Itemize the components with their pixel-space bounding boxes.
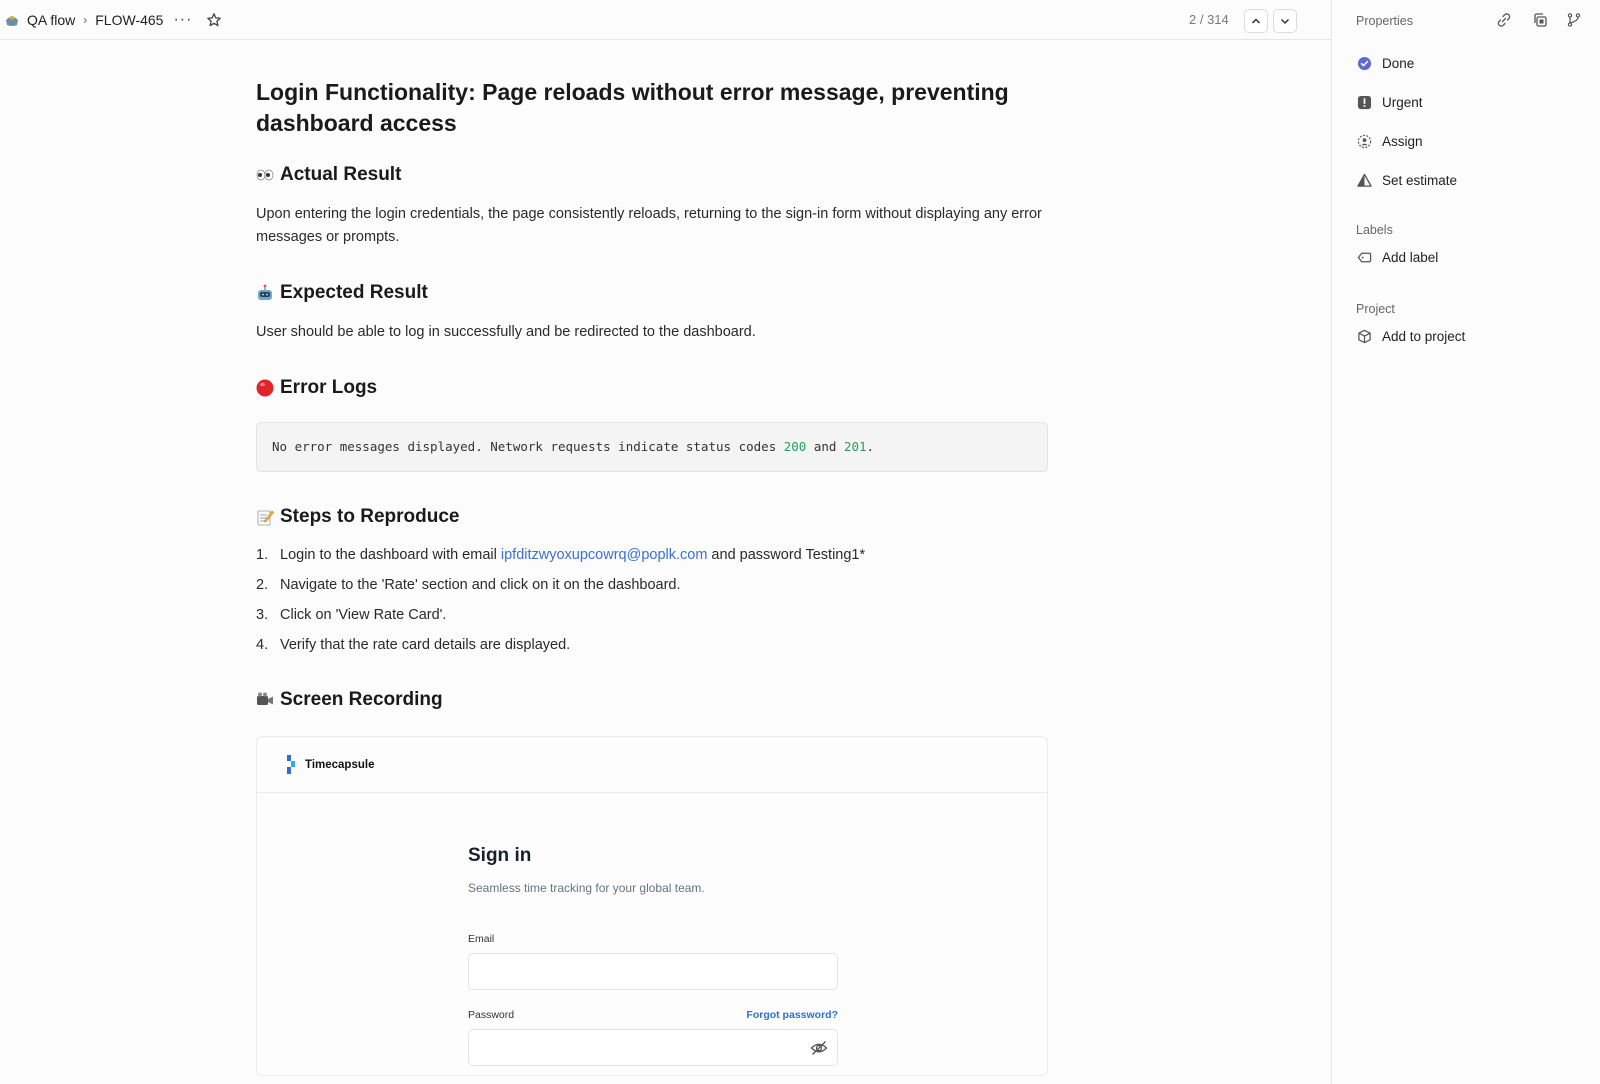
password-label: Password: [468, 1009, 515, 1021]
done-status-icon: [1356, 55, 1372, 71]
status-property[interactable]: Done: [1356, 55, 1414, 71]
expected-result-heading-text: Expected Result: [280, 282, 428, 303]
step-number: 2.: [256, 577, 269, 593]
labels-heading: Labels: [1356, 223, 1393, 237]
steps-heading: Steps to Reproduce: [256, 506, 1048, 528]
estimate-icon: [1356, 172, 1372, 188]
screen-recording-heading-text: Screen Recording: [280, 689, 443, 710]
steps-heading-text: Steps to Reproduce: [280, 506, 460, 527]
email-label: Email: [468, 933, 495, 945]
breadcrumb-team[interactable]: QA flow: [27, 12, 75, 28]
code-text-and: and: [806, 439, 844, 454]
estimate-property[interactable]: Set estimate: [1356, 172, 1457, 188]
priority-property[interactable]: Urgent: [1356, 94, 1423, 110]
code-status-201: 201: [843, 439, 867, 454]
link-icon[interactable]: [1496, 12, 1512, 28]
branch-icon[interactable]: [1566, 12, 1582, 28]
copy-id-icon[interactable]: [1532, 12, 1548, 28]
code-text-end: .: [866, 439, 875, 454]
project-heading: Project: [1356, 302, 1395, 316]
list-item: 3. Click on 'View Rate Card'.: [256, 600, 1048, 630]
code-text-pre: No error messages displayed. Network req…: [272, 439, 784, 454]
step-text-post: and password Testing1*: [707, 547, 866, 563]
actual-result-heading: Actual Result: [256, 164, 1048, 186]
tag-icon: [1356, 249, 1372, 265]
step-text: Login to the dashboard with email ipfdit…: [280, 540, 865, 570]
chevron-up-icon: [1251, 18, 1261, 24]
chevron-down-icon: [1280, 18, 1290, 25]
step-number: 3.: [256, 607, 269, 623]
error-logs-heading-text: Error Logs: [280, 377, 378, 398]
memo-icon: [256, 508, 274, 526]
previous-issue-button[interactable]: [1244, 9, 1268, 33]
estimate-label: Set estimate: [1382, 172, 1458, 188]
chevron-right-icon: ›: [83, 12, 88, 27]
assignee-icon: [1356, 133, 1372, 149]
assign-label: Assign: [1382, 133, 1423, 149]
more-options-button[interactable]: ···: [173, 11, 192, 29]
password-field[interactable]: [468, 1029, 838, 1066]
email-field[interactable]: [468, 953, 838, 990]
actual-result-body: Upon entering the login credentials, the…: [256, 206, 1042, 245]
list-item: 1. Login to the dashboard with email ipf…: [256, 540, 1048, 570]
cube-icon: [1356, 328, 1372, 344]
properties-title: Properties: [1356, 14, 1413, 28]
team-icon: [4, 12, 20, 28]
top-bar: QA flow › FLOW-465 ··· 2 / 314: [0, 0, 1331, 40]
step-text: Navigate to the 'Rate' section and click…: [280, 577, 681, 593]
red-circle-icon: [256, 379, 274, 397]
recording-app-header: Timecapsule: [257, 737, 1047, 793]
issue-content: Login Functionality: Page reloads withou…: [256, 40, 1048, 1076]
step-text: Click on 'View Rate Card'.: [280, 607, 447, 623]
add-label-text: Add label: [1382, 249, 1439, 265]
app-name: Timecapsule: [305, 758, 375, 771]
steps-list: 1. Login to the dashboard with email ipf…: [256, 540, 1048, 660]
step-number: 4.: [256, 637, 269, 653]
issue-title[interactable]: Login Functionality: Page reloads withou…: [256, 77, 1048, 139]
breadcrumb-issue-id[interactable]: FLOW-465: [95, 12, 163, 28]
signin-form: Sign in Seamless time tracking for your …: [468, 845, 838, 1066]
forgot-password-link[interactable]: Forgot password?: [746, 1009, 838, 1021]
next-issue-button[interactable]: [1273, 9, 1297, 33]
eyes-icon: [256, 166, 274, 184]
signin-subtitle: Seamless time tracking for your global t…: [468, 881, 705, 895]
code-status-200: 200: [783, 439, 807, 454]
eye-off-icon[interactable]: [810, 1040, 828, 1056]
issue-position-counter: 2 / 314: [1189, 12, 1229, 27]
email-link[interactable]: ipfditzwyoxupcowrq@poplk.com: [501, 547, 708, 563]
breadcrumb: QA flow › FLOW-465 ···: [4, 11, 222, 29]
expected-result-heading: Expected Result: [256, 282, 1048, 304]
error-logs-heading: Error Logs: [256, 377, 1048, 399]
step-number: 1.: [256, 547, 269, 563]
list-item: 4. Verify that the rate card details are…: [256, 630, 1048, 660]
properties-sidebar: Properties Done Urgent Assign Set estima…: [1331, 0, 1600, 1084]
urgent-priority-icon: [1356, 94, 1372, 110]
assignee-property[interactable]: Assign: [1356, 133, 1423, 149]
step-text: Verify that the rate card details are di…: [280, 637, 571, 653]
video-camera-icon: [256, 691, 274, 709]
actual-result-heading-text: Actual Result: [280, 164, 402, 185]
add-to-project-button[interactable]: Add to project: [1356, 328, 1465, 344]
priority-label: Urgent: [1382, 94, 1423, 110]
timecapsule-logo-icon: [286, 754, 298, 775]
star-icon[interactable]: [206, 12, 222, 28]
expected-result-body: User should be able to log in successful…: [256, 324, 756, 340]
add-to-project-text: Add to project: [1382, 328, 1466, 344]
step-text-pre: Login to the dashboard with email: [280, 547, 501, 563]
signin-title: Sign in: [468, 845, 532, 866]
error-log-code-block: No error messages displayed. Network req…: [256, 422, 1048, 472]
password-label-row: Password Forgot password?: [468, 1009, 838, 1021]
robot-icon: [256, 284, 274, 302]
screen-recording-video[interactable]: Timecapsule Sign in Seamless time tracki…: [256, 736, 1048, 1076]
screen-recording-heading: Screen Recording: [256, 689, 1048, 711]
add-label-button[interactable]: Add label: [1356, 249, 1438, 265]
list-item: 2. Navigate to the 'Rate' section and cl…: [256, 570, 1048, 600]
status-label: Done: [1382, 55, 1415, 71]
